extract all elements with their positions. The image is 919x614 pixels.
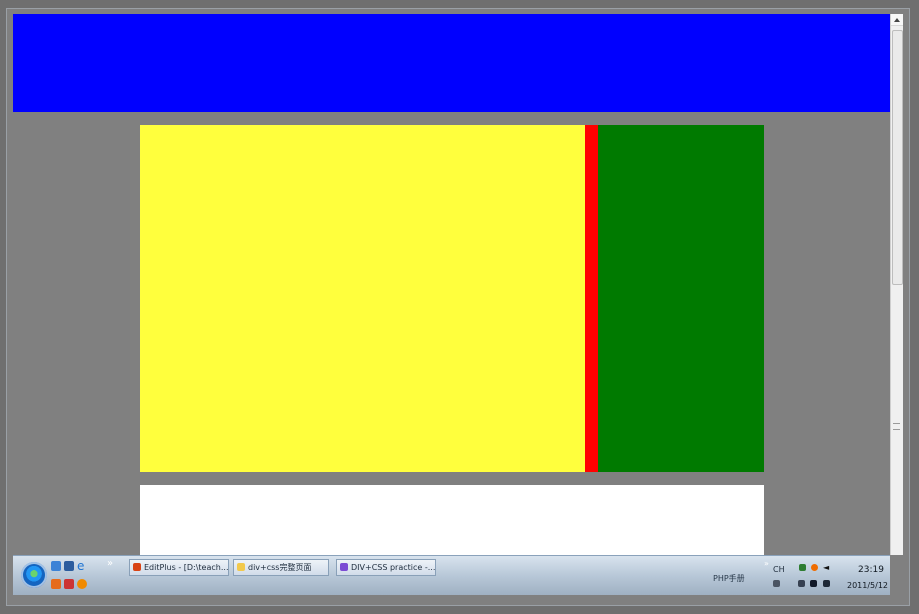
- quick-launch-bar: e: [51, 560, 103, 592]
- scroll-grip-marker: [893, 423, 900, 430]
- sidebar-block: [598, 125, 764, 472]
- qq-icon[interactable]: [51, 579, 61, 589]
- window-switcher-icon[interactable]: [64, 561, 74, 571]
- ime-indicator[interactable]: CH: [773, 565, 785, 574]
- start-button[interactable]: [21, 562, 47, 588]
- editplus-icon: [133, 563, 141, 571]
- column-divider: [585, 125, 598, 472]
- windows-taskbar: e » EditPlus - [D:\teach... div+css完整页面 …: [13, 555, 890, 595]
- clock-time[interactable]: 23:19: [858, 565, 884, 575]
- flag-icon[interactable]: [798, 580, 805, 587]
- taskbar-button-firefox[interactable]: DIV+CSS practice -...: [336, 559, 436, 576]
- usb-icon[interactable]: [810, 580, 817, 587]
- taskbar-button-label: EditPlus - [D:\teach...: [144, 563, 229, 572]
- system-tray: PHP手册 » CH ◄ 23:19 2011/5/12: [713, 559, 888, 593]
- firefox-icon[interactable]: [77, 579, 87, 589]
- header-band: [13, 14, 890, 112]
- header-gap: [13, 112, 890, 125]
- clock-date[interactable]: 2011/5/12: [847, 581, 888, 590]
- taskbar-button-label: div+css完整页面: [248, 563, 312, 572]
- app-icon[interactable]: [64, 579, 74, 589]
- vertical-scrollbar[interactable]: [890, 14, 903, 555]
- firefox-tray-icon[interactable]: [811, 564, 818, 571]
- taskbar-button-editplus[interactable]: EditPlus - [D:\teach...: [129, 559, 229, 576]
- main-content-block: [140, 125, 585, 472]
- folder-icon: [237, 563, 245, 571]
- show-desktop-icon[interactable]: [51, 561, 61, 571]
- tray-overflow-icon[interactable]: »: [764, 559, 769, 568]
- display-icon[interactable]: [823, 580, 830, 587]
- taskbar-button-folder[interactable]: div+css完整页面: [233, 559, 329, 576]
- content-area: [140, 125, 764, 472]
- scroll-thumb[interactable]: [892, 30, 903, 285]
- php-manual-label[interactable]: PHP手册: [713, 573, 745, 584]
- ie-icon[interactable]: e: [77, 560, 87, 572]
- quick-launch-chevron-icon[interactable]: »: [107, 558, 113, 569]
- browser-window-frame: e » EditPlus - [D:\teach... div+css完整页面 …: [0, 0, 919, 614]
- taskbar-button-label: DIV+CSS practice -...: [351, 563, 436, 572]
- page-viewport: [13, 14, 890, 555]
- network-icon[interactable]: [799, 564, 806, 571]
- volume-icon[interactable]: ◄: [823, 564, 830, 572]
- firefox-window-icon: [340, 563, 348, 571]
- keyboard-icon[interactable]: [773, 580, 780, 587]
- footer-block: [140, 485, 764, 555]
- scroll-up-button[interactable]: [891, 14, 903, 26]
